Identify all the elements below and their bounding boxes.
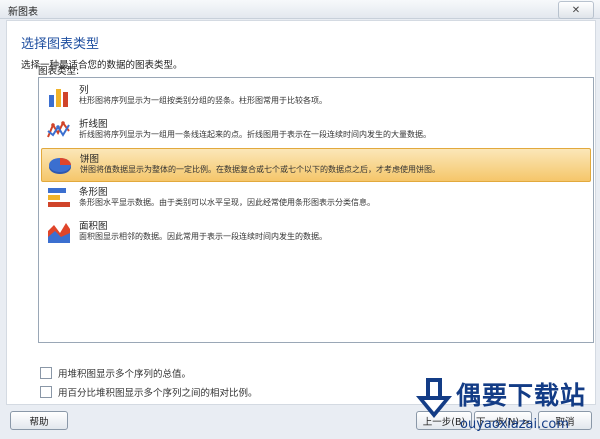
percent-stacked-option[interactable]: 用百分比堆积图显示多个序列之间的相对比例。	[40, 385, 258, 399]
close-button[interactable]: ✕	[558, 1, 594, 19]
chart-type-item-area[interactable]: 面积图 面积图显示相邻的数据。因此常用于表示一段连续时间内发生的数据。	[41, 216, 591, 248]
download-arrow-icon	[416, 378, 452, 418]
watermark-url: ouyaoxiazai.com	[460, 417, 569, 432]
window-titlebar: 新图表 ✕	[0, 0, 600, 19]
help-button[interactable]: 帮助	[10, 411, 68, 430]
stacked-option[interactable]: 用堆积图显示多个序列的总值。	[40, 366, 191, 380]
chart-type-name: 折线图	[79, 119, 108, 130]
window-title: 新图表	[8, 7, 38, 18]
stacked-option-label: 用堆积图显示多个序列的总值。	[58, 369, 192, 380]
chart-type-desc: 柱形图将序列显示为一组按类别分组的竖条。柱形图常用于比较各项。	[79, 96, 327, 105]
chart-type-desc: 面积图显示相邻的数据。因此常用于表示一段连续时间内发生的数据。	[79, 232, 327, 241]
chart-type-item-line[interactable]: 折线图 折线图将序列显示为一组用一条线连起来的点。折线图用于表示在一段连续时间内…	[41, 114, 591, 146]
chart-type-name: 饼图	[80, 154, 100, 165]
chart-type-desc: 饼图将值数据显示为整体的一定比例。在数据复合或七个或七个以下的数据点之后，才考虑…	[80, 165, 440, 174]
chart-type-group-label: 图表类型:	[38, 66, 80, 77]
percent-stacked-checkbox[interactable]	[40, 386, 52, 398]
pie-chart-icon	[49, 158, 71, 174]
column-chart-icon	[49, 89, 68, 107]
watermark-brand: 偶要下载站	[456, 381, 587, 410]
chart-type-desc: 条形图水平显示数据。由于类别可以水平呈现，因此经常使用条形图表示分类信息。	[79, 198, 375, 207]
close-icon: ✕	[571, 4, 581, 16]
chart-type-name: 列	[79, 85, 89, 96]
area-chart-icon	[48, 223, 70, 243]
chart-type-name: 面积图	[79, 221, 108, 232]
stacked-checkbox[interactable]	[40, 367, 52, 379]
page-title: 选择图表类型	[21, 37, 100, 52]
chart-type-list[interactable]: 列 柱形图将序列显示为一组按类别分组的竖条。柱形图常用于比较各项。 折线图 折线…	[38, 77, 594, 343]
site-watermark: 偶要下载站 ouyaoxiazai.com	[412, 372, 598, 438]
chart-type-desc: 折线图将序列显示为一组用一条线连起来的点。折线图用于表示在一段连续时间内发生的大…	[79, 130, 431, 139]
bar-chart-icon	[48, 188, 70, 207]
chart-type-item-column[interactable]: 列 柱形图将序列显示为一组按类别分组的竖条。柱形图常用于比较各项。	[41, 80, 591, 112]
chart-type-name: 条形图	[79, 187, 108, 198]
line-chart-icon	[47, 121, 70, 138]
chart-type-item-bar[interactable]: 条形图 条形图水平显示数据。由于类别可以水平呈现，因此经常使用条形图表示分类信息…	[41, 182, 591, 214]
percent-stacked-option-label: 用百分比堆积图显示多个序列之间的相对比例。	[58, 388, 258, 399]
chart-type-item-pie[interactable]: 饼图 饼图将值数据显示为整体的一定比例。在数据复合或七个或七个以下的数据点之后，…	[41, 148, 591, 182]
